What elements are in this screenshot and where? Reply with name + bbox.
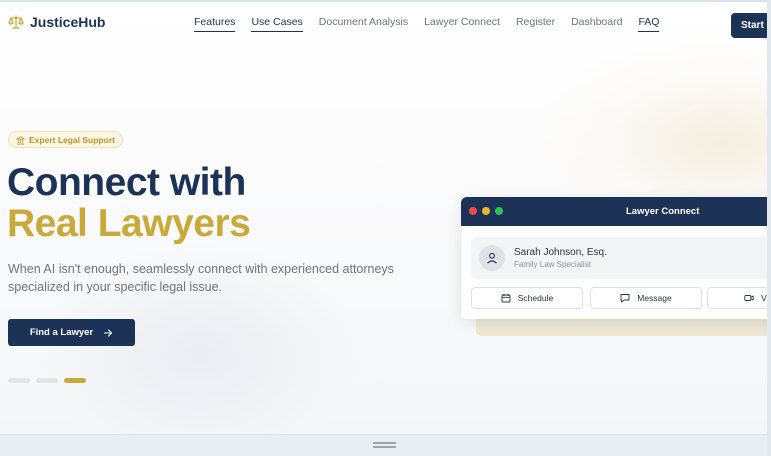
site-header: JusticeHub Features Use Cases Document A…: [0, 2, 771, 46]
card-title-bar: Lawyer Connect: [461, 197, 771, 226]
card-title: Lawyer Connect: [626, 206, 700, 217]
video-label: V: [761, 293, 767, 303]
window-close-dot: [469, 207, 477, 215]
brand-logo[interactable]: JusticeHub: [8, 14, 105, 30]
lawyer-profile[interactable]: Sarah Johnson, Esq. Family Law Specialis…: [471, 237, 771, 279]
drag-handle-icon[interactable]: [373, 442, 396, 450]
lawyer-specialty: Family Law Specialist: [514, 260, 591, 269]
message-button[interactable]: Message: [590, 287, 702, 309]
nav-item-document-analysis[interactable]: Document Analysis: [319, 16, 408, 32]
hero-headline: Connect with Real Lawyers: [7, 161, 251, 245]
lawyer-connect-card: Lawyer Connect Sarah Johnson, Esq. Famil…: [461, 197, 771, 319]
nav-item-features[interactable]: Features: [194, 16, 236, 32]
window-maximize-dot: [495, 207, 503, 215]
schedule-label: Schedule: [517, 293, 554, 303]
slide-dot[interactable]: [8, 378, 30, 383]
start-button[interactable]: Start C: [731, 13, 771, 38]
window-minimize-dot: [482, 207, 490, 215]
expert-support-badge: Expert Legal Support: [8, 131, 123, 148]
slide-dot[interactable]: [36, 378, 58, 383]
nav-item-faq[interactable]: FAQ: [638, 16, 660, 32]
message-label: Message: [637, 293, 672, 303]
scale-icon: [8, 15, 24, 29]
slide-dot-active[interactable]: [64, 378, 86, 383]
nav-item-dashboard[interactable]: Dashboard: [571, 16, 622, 32]
main-nav: Features Use Cases Document Analysis Law…: [194, 16, 675, 32]
building-icon: [16, 135, 25, 145]
schedule-button[interactable]: Schedule: [471, 287, 583, 309]
page-viewport: JusticeHub Features Use Cases Document A…: [0, 0, 771, 452]
find-lawyer-label: Find a Lawyer: [29, 327, 94, 338]
avatar: [479, 245, 505, 271]
nav-item-use-cases[interactable]: Use Cases: [251, 16, 303, 32]
user-icon: [487, 252, 497, 264]
video-icon: [744, 295, 754, 301]
chat-icon: [620, 294, 630, 303]
resize-bar[interactable]: [0, 434, 771, 456]
nav-item-register[interactable]: Register: [516, 16, 555, 32]
calendar-icon: [501, 294, 511, 303]
headline-line-1: Connect with: [7, 161, 246, 204]
video-button[interactable]: V: [707, 287, 771, 309]
brand-name: JusticeHub: [30, 14, 106, 30]
window-edge: [767, 0, 771, 456]
slide-indicators: [8, 378, 86, 383]
arrow-right-icon: [104, 328, 113, 337]
lawyer-name: Sarah Johnson, Esq.: [514, 247, 607, 258]
hero-description: When AI isn't enough, seamlessly connect…: [8, 262, 394, 294]
headline-line-2: Real Lawyers: [7, 202, 251, 245]
find-lawyer-button[interactable]: Find a Lawyer: [8, 319, 135, 346]
nav-item-lawyer-connect[interactable]: Lawyer Connect: [424, 16, 500, 32]
badge-label: Expert Legal Support: [29, 135, 115, 145]
